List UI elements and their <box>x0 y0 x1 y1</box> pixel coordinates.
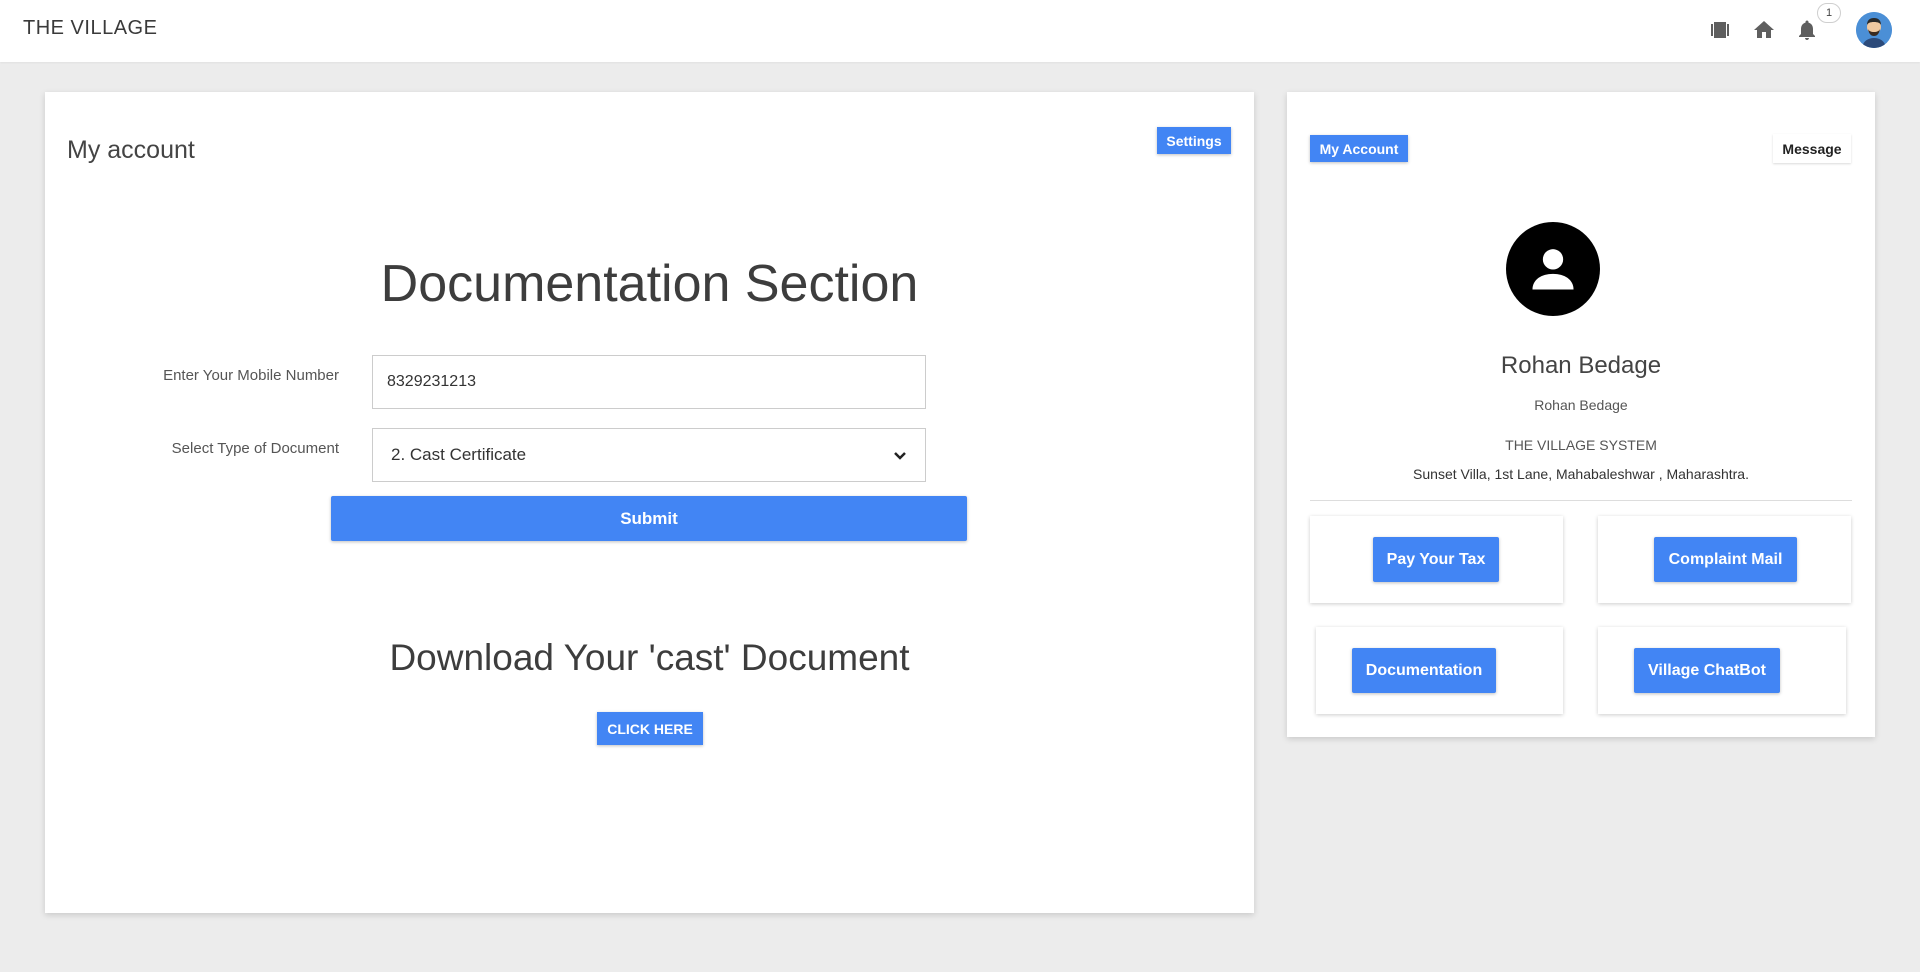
tile-pay-tax: Pay Your Tax <box>1310 516 1563 603</box>
submit-button[interactable]: Submit <box>331 496 967 541</box>
village-chatbot-button[interactable]: Village ChatBot <box>1634 648 1780 693</box>
mobile-number-value: 8329231213 <box>387 373 476 390</box>
profile-name: Rohan Bedage <box>1500 352 1662 379</box>
tile-complaint-mail: Complaint Mail <box>1598 516 1851 603</box>
complaint-mail-button[interactable]: Complaint Mail <box>1654 537 1797 582</box>
page-title: My account <box>67 136 195 164</box>
settings-button[interactable]: Settings <box>1157 127 1231 154</box>
film-icon[interactable] <box>1707 17 1733 43</box>
tile-documentation: Documentation <box>1316 627 1563 714</box>
profile-address: Sunset Villa, 1st Lane, Mahabaleshwar , … <box>1413 466 1749 482</box>
download-title: Download Your 'cast' Document <box>389 637 910 678</box>
mobile-number-input[interactable]: 8329231213 <box>372 355 926 409</box>
document-type-select[interactable]: 2. Cast Certificate <box>372 428 926 482</box>
pay-tax-button[interactable]: Pay Your Tax <box>1373 537 1499 582</box>
profile-subname: Rohan Bedage <box>1534 397 1628 413</box>
message-button[interactable]: Message <box>1773 134 1851 163</box>
documentation-button[interactable]: Documentation <box>1352 648 1496 693</box>
profile-avatar-icon <box>1506 222 1600 316</box>
mobile-label: Enter Your Mobile Number <box>163 367 339 384</box>
brand-title[interactable]: THE VILLAGE <box>23 17 157 40</box>
section-title: Documentation Section <box>380 255 919 313</box>
click-here-button[interactable]: CLICK HERE <box>597 712 703 745</box>
my-account-button[interactable]: My Account <box>1310 135 1408 162</box>
chevron-down-icon <box>894 452 906 460</box>
notification-badge: 1 <box>1817 3 1841 23</box>
documentation-card: My account Settings Documentation Sectio… <box>45 92 1254 913</box>
user-avatar[interactable] <box>1856 12 1892 48</box>
home-icon[interactable] <box>1751 17 1777 43</box>
document-type-label: Select Type of Document <box>171 440 339 457</box>
tile-village-chatbot: Village ChatBot <box>1598 627 1846 714</box>
divider <box>1310 500 1852 501</box>
profile-system: THE VILLAGE SYSTEM <box>1505 437 1657 453</box>
document-type-value: 2. Cast Certificate <box>391 445 527 464</box>
top-navbar: THE VILLAGE 1 <box>0 0 1920 62</box>
profile-card: My Account Message Rohan Bedage Rohan Be… <box>1287 92 1875 737</box>
bell-icon[interactable] <box>1794 17 1820 43</box>
